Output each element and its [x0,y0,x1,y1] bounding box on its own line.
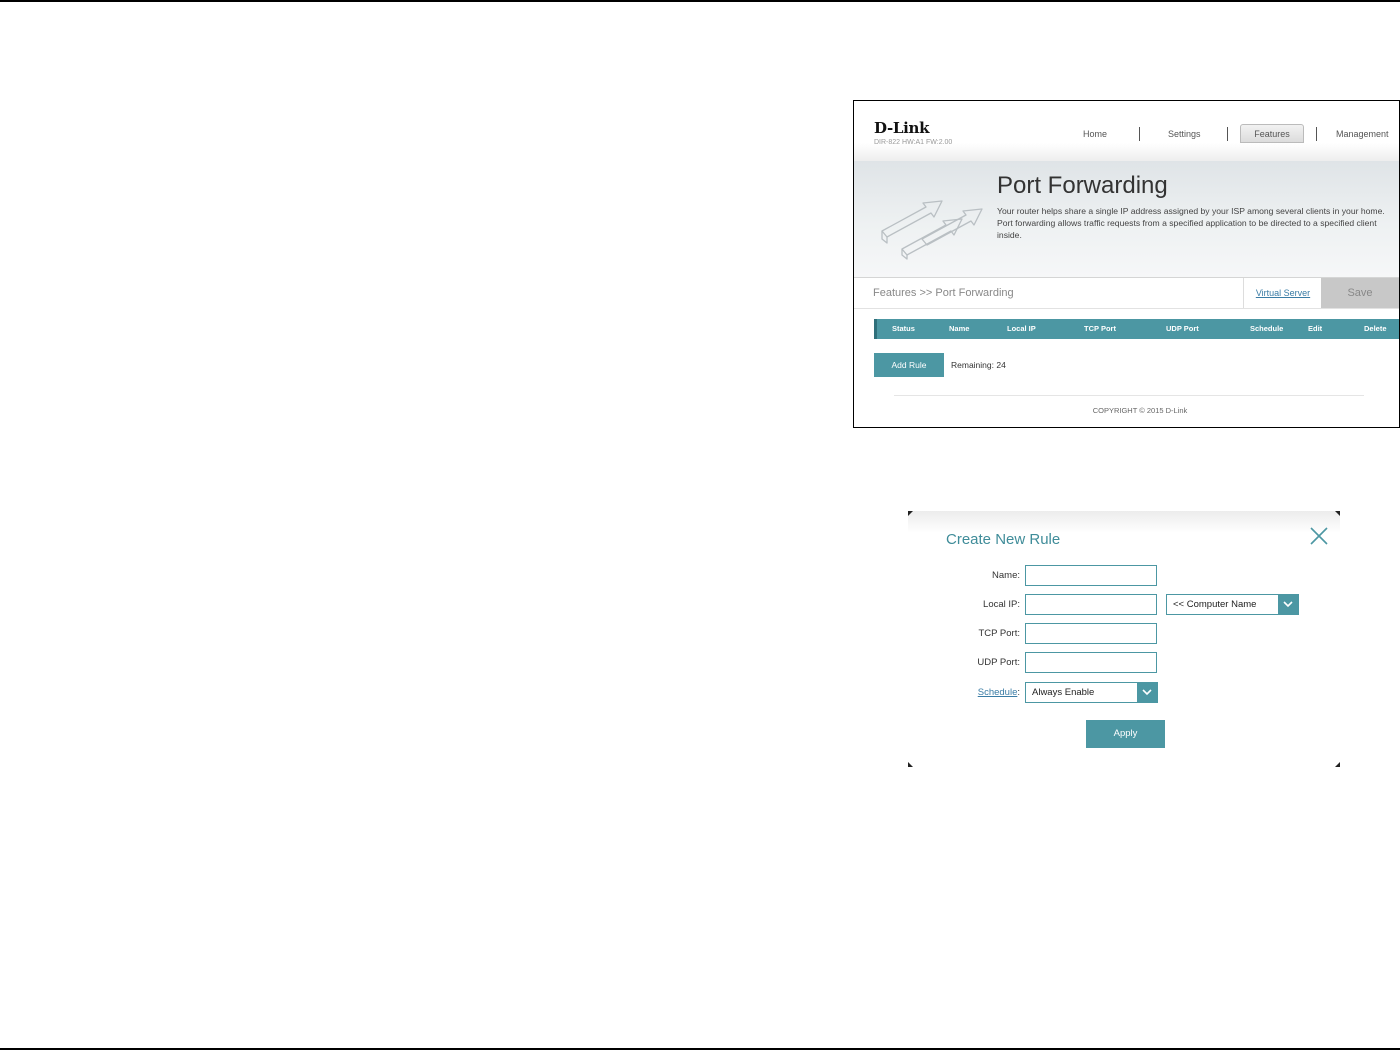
nav-divider [1316,127,1317,141]
copyright: COPYRIGHT © 2015 D-Link [1092,406,1188,415]
udp-port-label: UDP Port: [977,657,1020,668]
column-edit: Edit [1308,324,1323,333]
column-name: Name [949,324,970,333]
tcp-port-input[interactable] [1025,623,1157,644]
column-tcp-port: TCP Port [1084,324,1116,333]
column-udp-port: UDP Port [1166,324,1199,333]
schedule-link[interactable]: Schedule [978,687,1018,698]
nav-management[interactable]: Management [1336,129,1389,139]
column-status: Status [892,324,915,333]
column-schedule: Schedule [1250,324,1284,333]
apply-button[interactable]: Apply [1086,720,1165,748]
nav-settings[interactable]: Settings [1168,129,1201,139]
add-rule-button[interactable]: Add Rule [874,353,944,377]
top-bar: D-Link DIR-822 HW:A1 FW:2.00 Home Settin… [854,101,1399,161]
udp-port-input[interactable] [1025,652,1157,673]
schedule-select[interactable]: Always Enable [1025,682,1158,703]
nav-home[interactable]: Home [1083,129,1107,139]
port-forwarding-screenshot: D-Link DIR-822 HW:A1 FW:2.00 Home Settin… [853,100,1400,428]
column-local-ip: Local IP [1007,324,1036,333]
port-forwarding-arrows-icon [881,200,983,260]
remaining-count: Remaining: 24 [951,360,1006,370]
nav-divider [1227,127,1228,141]
tcp-port-label: TCP Port: [978,628,1020,639]
model-info: DIR-822 HW:A1 FW:2.00 [874,139,953,146]
column-delete: Delete [1364,324,1387,333]
page-bottom-rule [0,1048,1400,1050]
chevron-down-icon [1278,595,1298,614]
rules-table-header: Status Name Local IP TCP Port UDP Port S… [874,319,1399,339]
computer-name-value: << Computer Name [1173,599,1257,610]
nav-features[interactable]: Features [1240,124,1304,143]
breadcrumb: Features >> Port Forwarding [873,287,1014,299]
footer-divider [894,395,1364,396]
virtual-server-link[interactable]: Virtual Server [1243,278,1322,308]
page-description: Your router helps share a single IP addr… [997,206,1385,240]
create-rule-dialog: Create New Rule Name: Local IP: << Compu… [908,511,1340,767]
nav-divider [1139,127,1140,141]
schedule-value: Always Enable [1032,687,1095,698]
page-title: Port Forwarding [997,172,1168,199]
chevron-down-icon [1137,683,1157,702]
page-banner: Port Forwarding Your router helps share … [854,161,1399,277]
save-button[interactable]: Save [1321,278,1399,308]
computer-name-select[interactable]: << Computer Name [1166,594,1299,615]
name-input[interactable] [1025,565,1157,586]
name-label: Name: [992,570,1020,581]
local-ip-input[interactable] [1025,594,1157,615]
page-top-rule [0,0,1400,2]
close-icon[interactable] [1308,525,1330,547]
breadcrumb-bar: Features >> Port Forwarding Virtual Serv… [854,277,1399,309]
schedule-label: Schedule: [977,687,1020,698]
dlink-logo: D-Link [874,119,930,137]
local-ip-label: Local IP: [983,599,1020,610]
dialog-title: Create New Rule [946,531,1061,548]
